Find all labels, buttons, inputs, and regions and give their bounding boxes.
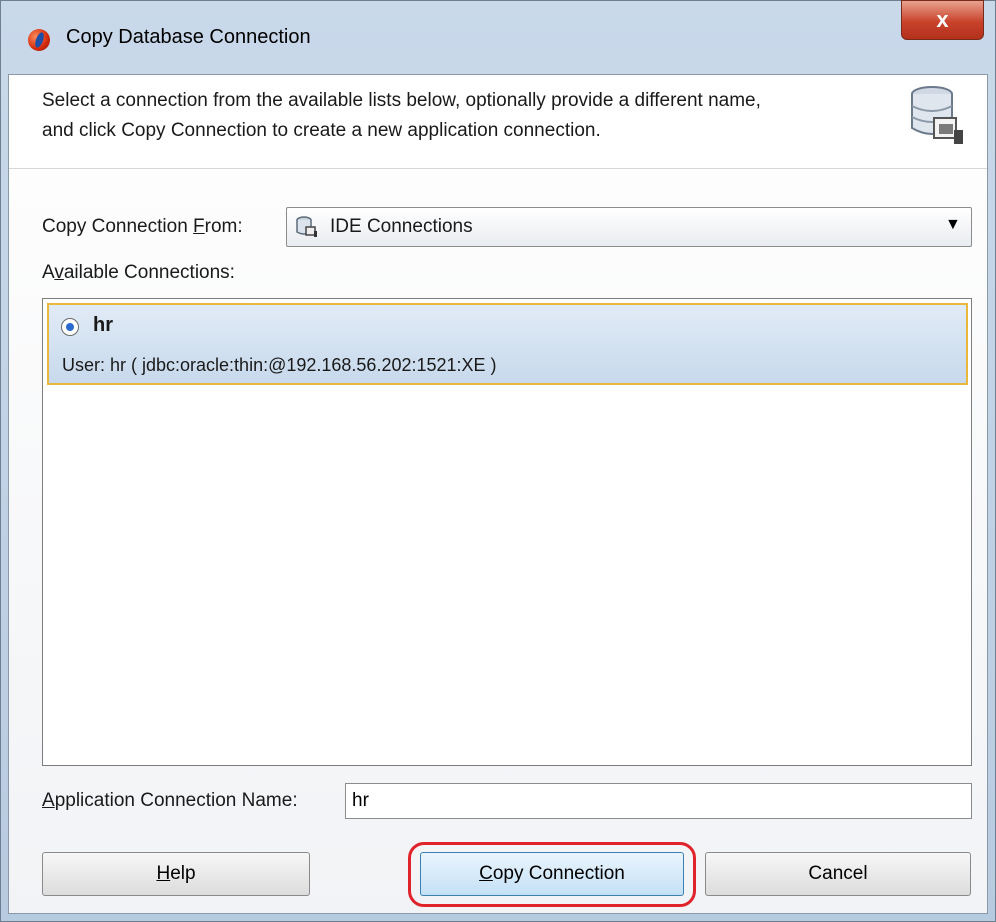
chevron-down-icon[interactable]: ▼: [945, 216, 961, 234]
application-connection-name-label: Application Connection Name:: [42, 790, 298, 811]
close-button[interactable]: x: [901, 0, 984, 40]
description-line-1: Select a connection from the available l…: [42, 90, 761, 111]
annotation-highlight-circle: [408, 842, 696, 907]
cancel-button[interactable]: Cancel: [705, 852, 971, 896]
description-line-2: and click Copy Connection to create a ne…: [42, 120, 601, 141]
radio-selected-indicator: [66, 323, 74, 331]
window-title: Copy Database Connection: [66, 26, 311, 48]
database-connection-icon: [911, 86, 963, 144]
copy-from-label: Copy Connection From:: [42, 216, 243, 237]
help-button[interactable]: Help: [42, 852, 310, 896]
available-connections-label: Available Connections:: [42, 262, 235, 283]
connection-name: hr: [93, 314, 113, 336]
app-logo-icon: [28, 29, 50, 51]
connection-detail: User: hr ( jdbc:oracle:thin:@192.168.56.…: [62, 355, 497, 375]
application-connection-name-input[interactable]: [345, 783, 972, 819]
database-connections-icon: [296, 216, 317, 237]
copy-from-selected-value: IDE Connections: [330, 216, 473, 237]
